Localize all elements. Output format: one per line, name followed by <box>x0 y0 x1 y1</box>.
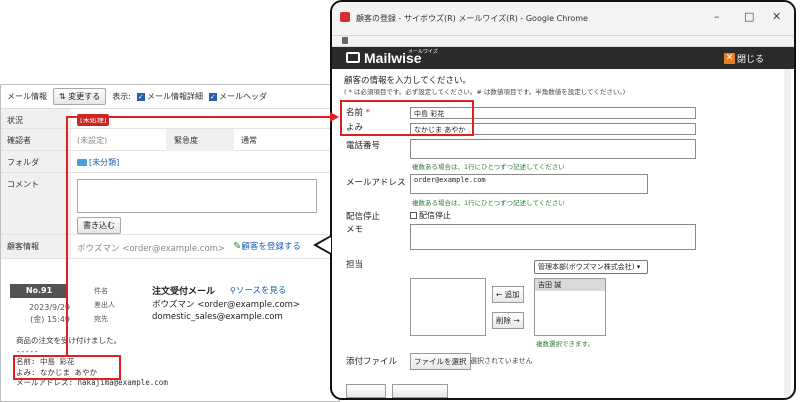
comment-row: コメント 書き込む <box>1 173 339 235</box>
chevron-down-icon: ▾ <box>636 263 641 271</box>
org-select[interactable]: 管理本部(ボウズマン株式会社) ▾ <box>534 260 648 274</box>
folder-row: フォルダ [未分類] <box>1 151 339 173</box>
mail-date: 2023/9/29 (金) 15:49 <box>28 303 70 324</box>
memo-textarea[interactable] <box>410 224 696 250</box>
stop-checkbox-label: 配信停止 <box>419 211 451 220</box>
add-assignee-button[interactable]: ← 追加 <box>492 286 524 303</box>
lock-icon <box>342 37 348 44</box>
comment-textarea[interactable] <box>77 179 317 213</box>
multi-select-hint: 複数選択できます。 <box>536 340 594 348</box>
close-button[interactable]: ✕ 閉じる <box>723 52 764 65</box>
register-customer-label: 顧客を登録する <box>241 242 301 252</box>
assignee-label: 担当 <box>346 260 364 270</box>
minimize-icon[interactable]: – <box>714 10 720 23</box>
address-bar[interactable] <box>332 36 794 47</box>
email-textarea[interactable]: order@example.com <box>410 174 648 194</box>
customer-row: 顧客情報 ボウズマン <order@example.com> ✎顧客を登録する <box>1 235 339 259</box>
mail-detail-checkbox[interactable]: ✓ メール情報詳細 <box>136 91 203 102</box>
status-row: 状況 [未処理] <box>1 109 339 129</box>
attach-label: 添付ファイル <box>346 357 398 367</box>
urgency-label: 緊急度 <box>166 129 234 151</box>
form-button[interactable] <box>346 384 386 398</box>
connector-line <box>66 116 332 118</box>
checkbox-label: メール情報詳細 <box>146 92 203 101</box>
intro-text: 顧客の情報を入力してください。 <box>344 76 471 86</box>
mail-header: No.91 2023/9/29 (金) 15:49 件名 注文受付メール ⚲ソース… <box>10 284 328 332</box>
phone-label: 電話番号 <box>346 141 381 151</box>
body-line: 商品の注文を受け付けました。 <box>16 336 121 345</box>
window-title: 顧客の登録 - サイボウズ(R) メールワイズ(R) - Google Chro… <box>356 14 588 23</box>
folder-icon <box>77 159 87 166</box>
mail-toolbar: メール情報 ⇅ 変更する 表示: ✓ メール情報詳細 ✓ メールヘッダ <box>1 85 339 109</box>
mailwise-logo-sub: メールワイズ <box>408 49 438 55</box>
candidate-listbox[interactable] <box>410 278 486 336</box>
connector-line <box>66 117 68 355</box>
browser-window: 顧客の登録 - サイボウズ(R) メールワイズ(R) - Google Chro… <box>330 0 796 400</box>
close-window-icon[interactable]: ✕ <box>772 10 781 23</box>
title-bar: 顧客の登録 - サイボウズ(R) メールワイズ(R) - Google Chro… <box>332 2 794 36</box>
checker-label: 確認者 <box>1 129 71 150</box>
assigned-user-item[interactable]: 吉田 誠 <box>535 279 605 291</box>
to-label: 宛先 <box>94 315 108 323</box>
form-highlight-box <box>340 100 474 136</box>
assigned-listbox[interactable]: 吉田 誠 <box>534 278 606 336</box>
view-source-link[interactable]: ⚲ソースを見る <box>230 284 286 296</box>
view-source-label: ソースを見る <box>235 286 287 296</box>
checkbox-icon <box>410 212 417 219</box>
stop-label: 配信停止 <box>346 212 381 222</box>
mail-to: domestic_sales@example.com <box>152 312 283 322</box>
required-note: ( * は必須項目です。必ず設定してください。# は数値項目です。半角数値を設定… <box>344 88 626 96</box>
from-label: 差出人 <box>94 301 115 309</box>
memo-label: メモ <box>346 225 364 235</box>
stop-checkbox[interactable]: 配信停止 <box>410 210 451 221</box>
checkbox-label: メールヘッダ <box>218 92 267 101</box>
org-select-value: 管理本部(ボウズマン株式会社) <box>538 263 635 271</box>
close-icon: ✕ <box>723 53 735 64</box>
write-comment-button[interactable]: 書き込む <box>77 217 121 234</box>
email-hint: 複数ある場合は、1行にひとつずつ記述してください <box>412 199 565 207</box>
folder-link[interactable]: [未分類] <box>77 157 119 168</box>
mail-number: No.91 <box>10 284 68 298</box>
subject-label: 件名 <box>94 287 108 295</box>
section-title: メール情報 <box>7 92 47 101</box>
form-button[interactable] <box>392 384 448 398</box>
checker-row: 確認者 (未設定) 緊急度 通常 <box>1 129 339 151</box>
change-button[interactable]: ⇅ 変更する <box>53 88 107 105</box>
bubble-pointer-fill <box>317 237 331 253</box>
remove-assignee-button[interactable]: 削除 → <box>492 312 524 329</box>
app-header: Mailwise メールワイズ ✕ 閉じる <box>332 47 794 69</box>
customer-label: 顧客情報 <box>1 235 71 258</box>
scrollbar[interactable] <box>784 69 791 398</box>
mailwise-logo-icon <box>346 52 360 63</box>
mail-header-checkbox[interactable]: ✓ メールヘッダ <box>208 91 267 102</box>
close-label: 閉じる <box>736 55 764 65</box>
app-icon <box>340 12 350 22</box>
connector-arrowhead <box>330 112 339 122</box>
maximize-icon[interactable]: □ <box>744 10 754 23</box>
customer-value: ボウズマン <order@example.com> <box>77 244 226 254</box>
urgency-value[interactable]: 通常 <box>241 135 257 146</box>
mail-subject: 注文受付メール <box>152 287 216 297</box>
display-label: 表示: <box>112 92 131 101</box>
choose-file-button[interactable]: ファイルを選択 <box>410 353 471 370</box>
no-file-text: 選択されていません <box>470 357 533 365</box>
register-customer-link[interactable]: ✎顧客を登録する <box>233 240 301 252</box>
body-highlight-box <box>13 355 121 380</box>
check-icon: ✓ <box>136 92 145 101</box>
folder-value: [未分類] <box>89 158 120 167</box>
status-label: 状況 <box>1 109 71 128</box>
phone-textarea[interactable] <box>410 139 696 159</box>
check-icon: ✓ <box>208 92 217 101</box>
mail-from: ボウズマン <order@example.com> <box>152 300 301 310</box>
email-label: メールアドレス <box>346 178 406 188</box>
phone-hint: 複数ある場合は、1行にひとつずつ記述してください <box>412 163 565 171</box>
comment-label: コメント <box>1 173 71 234</box>
folder-label: フォルダ <box>1 151 71 172</box>
checker-value[interactable]: (未設定) <box>77 135 107 146</box>
